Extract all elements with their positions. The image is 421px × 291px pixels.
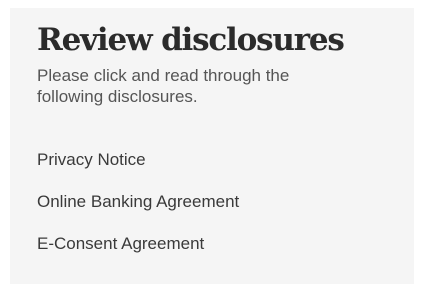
online-banking-agreement-link[interactable]: Online Banking Agreement <box>37 191 414 212</box>
privacy-notice-link[interactable]: Privacy Notice <box>37 149 414 170</box>
page-subtitle: Please click and read through the follow… <box>37 66 290 106</box>
disclosures-panel: Review disclosures Please click and read… <box>10 8 414 284</box>
page-title: Review disclosures <box>37 22 345 58</box>
e-consent-agreement-link[interactable]: E-Consent Agreement <box>37 233 414 254</box>
disclosure-list: Privacy Notice Online Banking Agreement … <box>37 149 414 254</box>
